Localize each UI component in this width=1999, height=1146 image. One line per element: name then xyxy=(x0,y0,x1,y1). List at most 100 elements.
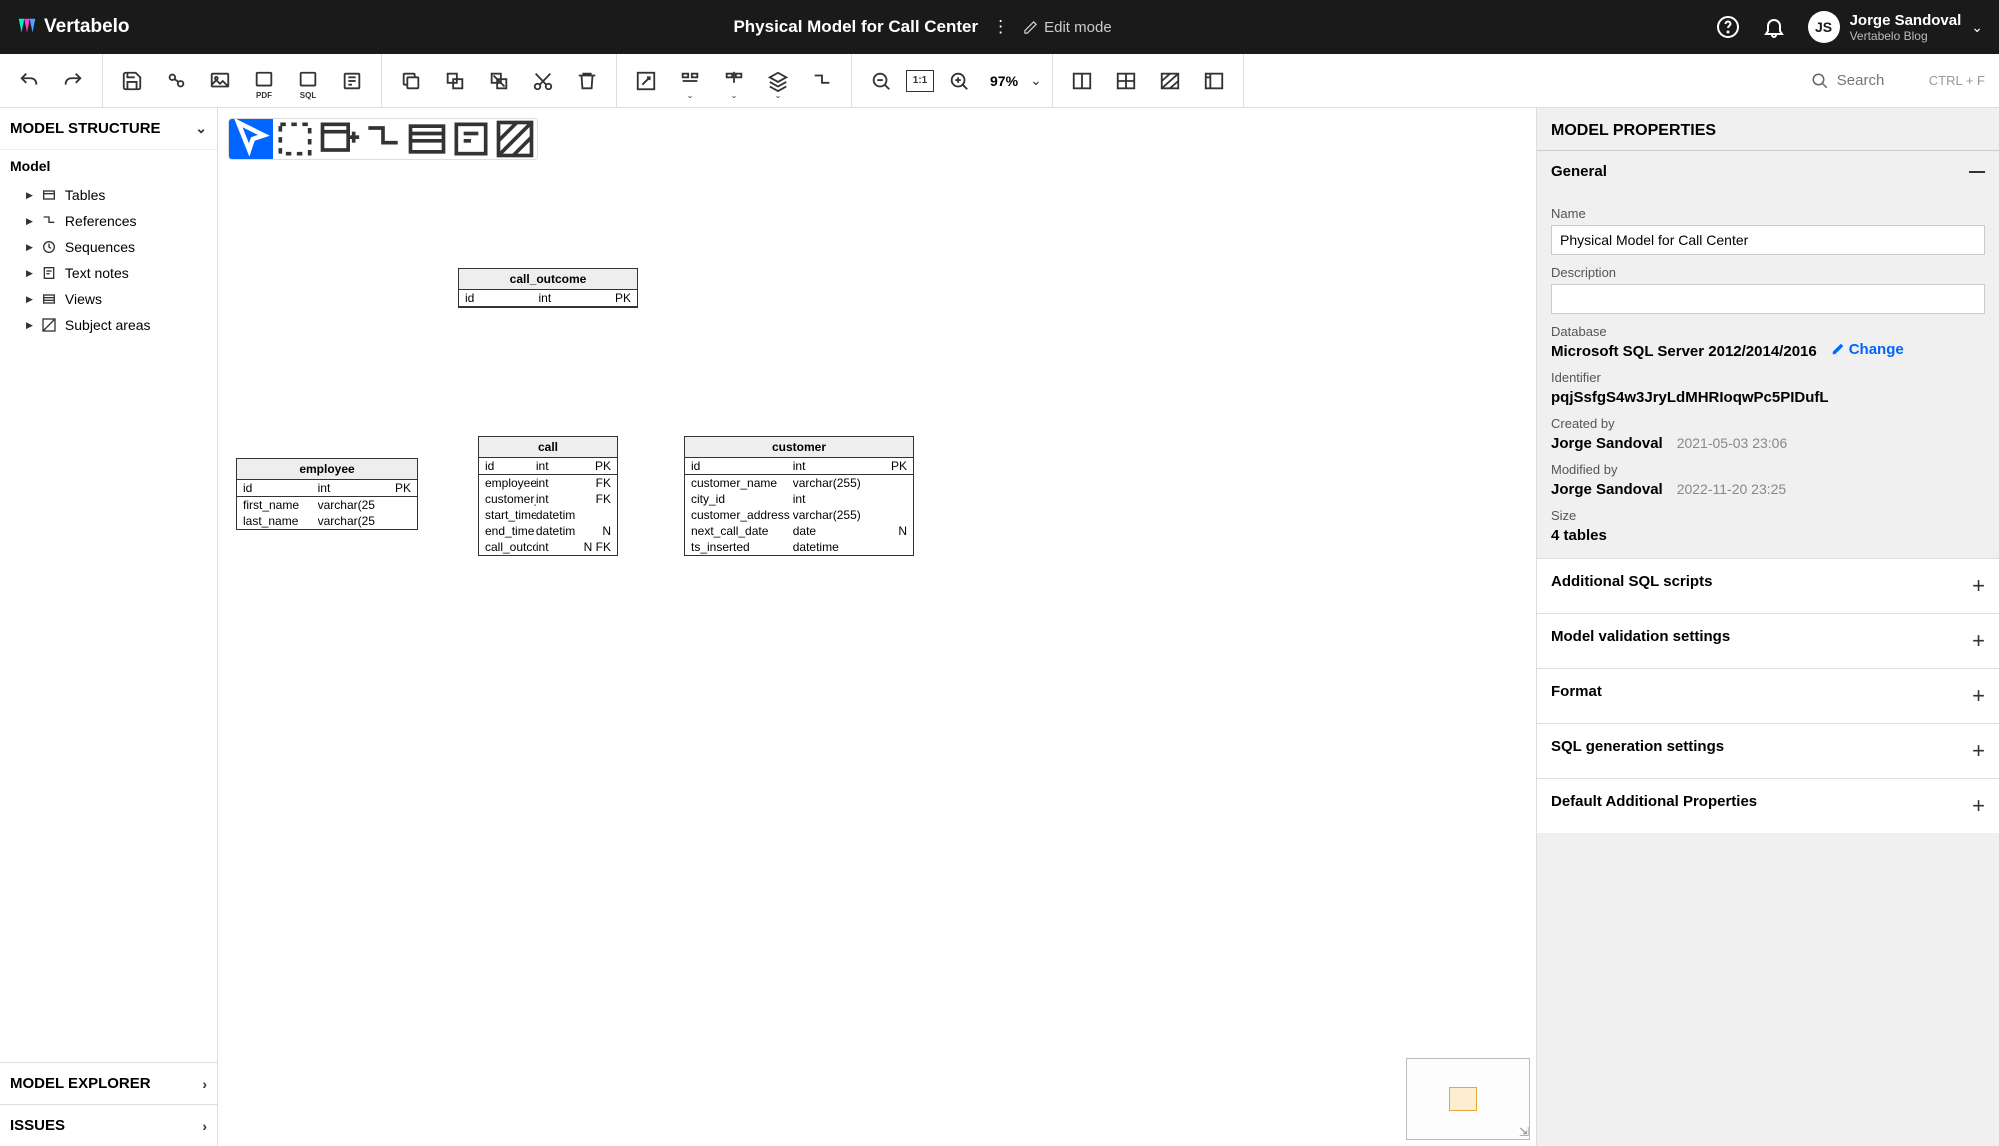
search-input[interactable] xyxy=(1837,72,1917,89)
align-horizontal-button[interactable]: ⌄ xyxy=(671,62,709,100)
section-additional-sql-scripts[interactable]: Additional SQL scripts+ xyxy=(1537,558,1999,613)
bell-icon[interactable] xyxy=(1762,15,1786,39)
view-grid-button[interactable] xyxy=(1107,62,1145,100)
view-split-button[interactable] xyxy=(1063,62,1101,100)
minimap[interactable]: ⇲ xyxy=(1406,1058,1530,1140)
table-call[interactable]: callidintPKemployee_iintFKcustomer_iintF… xyxy=(478,436,618,556)
table-row[interactable]: city_idint xyxy=(685,491,913,507)
search-box[interactable]: CTRL + F xyxy=(1797,54,1999,107)
change-database-link[interactable]: Change xyxy=(1831,341,1904,358)
identifier-value: pqjSsfgS4w3JryLdMHRIoqwPc5PIDufL xyxy=(1551,389,1985,406)
table-employee[interactable]: employeeidintPKfirst_namevarchar(255)las… xyxy=(236,458,418,530)
zoom-dropdown-icon[interactable]: ⌄ xyxy=(1030,72,1042,89)
edit-mode-button[interactable]: Edit mode xyxy=(1023,19,1112,36)
zoom-out-button[interactable] xyxy=(862,62,900,100)
more-icon[interactable]: ⋮ xyxy=(992,17,1009,37)
view-columns-button[interactable] xyxy=(1195,62,1233,100)
name-input[interactable] xyxy=(1551,225,1985,255)
table-call-outcome[interactable]: call_outcomeidintPK xyxy=(458,268,638,308)
model-explorer-header[interactable]: MODEL EXPLORER › xyxy=(0,1062,217,1104)
triangle-icon: ▶ xyxy=(26,242,33,253)
tree-item-text-notes[interactable]: ▶Text notes xyxy=(10,260,207,286)
add-note-tool[interactable] xyxy=(449,119,493,159)
export-image-button[interactable] xyxy=(201,62,239,100)
table-row[interactable]: idintPK xyxy=(479,458,617,475)
table-header[interactable]: call_outcome xyxy=(459,269,637,290)
zoom-value[interactable]: 97% xyxy=(984,73,1024,89)
search-icon xyxy=(1811,72,1829,90)
delete-button[interactable] xyxy=(568,62,606,100)
issues-header[interactable]: ISSUES › xyxy=(0,1104,217,1146)
view-hatch-button[interactable] xyxy=(1151,62,1189,100)
section-sql-generation-settings[interactable]: SQL generation settings+ xyxy=(1537,723,1999,778)
redo-button[interactable] xyxy=(54,62,92,100)
table-row[interactable]: next_call_datedateN xyxy=(685,523,913,539)
undo-button[interactable] xyxy=(10,62,48,100)
pencil-icon xyxy=(1831,342,1845,356)
database-label: Database xyxy=(1551,324,1985,339)
section-default-additional-properties[interactable]: Default Additional Properties+ xyxy=(1537,778,1999,833)
export-sql-button[interactable]: SQL xyxy=(289,62,327,100)
zoom-in-button[interactable] xyxy=(940,62,978,100)
table-row[interactable]: ts_inserteddatetime xyxy=(685,539,913,555)
select-tool[interactable] xyxy=(229,119,273,159)
route-button[interactable] xyxy=(803,62,841,100)
export-pdf-button[interactable]: PDF xyxy=(245,62,283,100)
user-menu[interactable]: JS Jorge Sandoval Vertabelo Blog ⌄ xyxy=(1808,11,1983,43)
table-header[interactable]: employee xyxy=(237,459,417,480)
save-button[interactable] xyxy=(113,62,151,100)
cut-button[interactable] xyxy=(524,62,562,100)
table-row[interactable]: call_outcointN FK xyxy=(479,539,617,555)
tree-item-sequences[interactable]: ▶Sequences xyxy=(10,234,207,260)
table-row[interactable]: customer_iintFK xyxy=(479,491,617,507)
description-label: Description xyxy=(1551,265,1985,280)
avatar: JS xyxy=(1808,11,1840,43)
share-button[interactable] xyxy=(157,62,195,100)
table-row[interactable]: employee_iintFK xyxy=(479,475,617,491)
table-row[interactable]: first_namevarchar(255) xyxy=(237,497,417,513)
table-customer[interactable]: customeridintPKcustomer_namevarchar(255)… xyxy=(684,436,914,556)
logo[interactable]: Vertabelo xyxy=(16,16,130,38)
section-general[interactable]: General xyxy=(1537,151,1999,192)
table-header[interactable]: customer xyxy=(685,437,913,458)
align-vertical-button[interactable]: ⌄ xyxy=(715,62,753,100)
layers-button[interactable]: ⌄ xyxy=(759,62,797,100)
add-view-tool[interactable] xyxy=(405,119,449,159)
table-header[interactable]: call xyxy=(479,437,617,458)
fit-button[interactable] xyxy=(627,62,665,100)
export-xml-button[interactable] xyxy=(333,62,371,100)
expand-icon: + xyxy=(1972,793,1985,819)
model-structure-header[interactable]: MODEL STRUCTURE ⌄ xyxy=(0,108,217,150)
copy-button[interactable] xyxy=(392,62,430,100)
tree-item-views[interactable]: ▶Views xyxy=(10,286,207,312)
marquee-tool[interactable] xyxy=(273,119,317,159)
add-reference-tool[interactable] xyxy=(361,119,405,159)
model-root[interactable]: Model xyxy=(10,158,207,174)
table-row[interactable]: end_timedatetimeN xyxy=(479,523,617,539)
duplicate-button[interactable] xyxy=(436,62,474,100)
tree-item-tables[interactable]: ▶Tables xyxy=(10,182,207,208)
zoom-reset-button[interactable]: 1:1 xyxy=(906,70,934,92)
table-row[interactable]: last_namevarchar(255) xyxy=(237,513,417,529)
resize-handle-icon[interactable]: ⇲ xyxy=(1519,1125,1529,1139)
table-row[interactable]: customer_namevarchar(255) xyxy=(685,475,913,491)
table-row[interactable]: idintPK xyxy=(237,480,417,497)
paste-button[interactable] xyxy=(480,62,518,100)
add-area-tool[interactable] xyxy=(493,119,537,159)
add-table-tool[interactable] xyxy=(317,119,361,159)
right-sidebar: MODEL PROPERTIES General Name Descriptio… xyxy=(1536,108,1999,1146)
section-model-validation-settings[interactable]: Model validation settings+ xyxy=(1537,613,1999,668)
help-icon[interactable] xyxy=(1716,15,1740,39)
tree-item-references[interactable]: ▶References xyxy=(10,208,207,234)
section-format[interactable]: Format+ xyxy=(1537,668,1999,723)
table-row[interactable]: customer_addressvarchar(255) xyxy=(685,507,913,523)
table-row[interactable]: idintPK xyxy=(459,290,637,307)
table-row[interactable]: idintPK xyxy=(685,458,913,475)
name-label: Name xyxy=(1551,206,1985,221)
created-at: 2021-05-03 23:06 xyxy=(1677,435,1788,451)
tree-item-subject-areas[interactable]: ▶Subject areas xyxy=(10,312,207,338)
description-input[interactable] xyxy=(1551,284,1985,314)
tree-icon xyxy=(41,213,57,229)
canvas[interactable]: call_outcomeidintPK employeeidintPKfirst… xyxy=(218,108,1536,1146)
table-row[interactable]: start_timedatetime xyxy=(479,507,617,523)
